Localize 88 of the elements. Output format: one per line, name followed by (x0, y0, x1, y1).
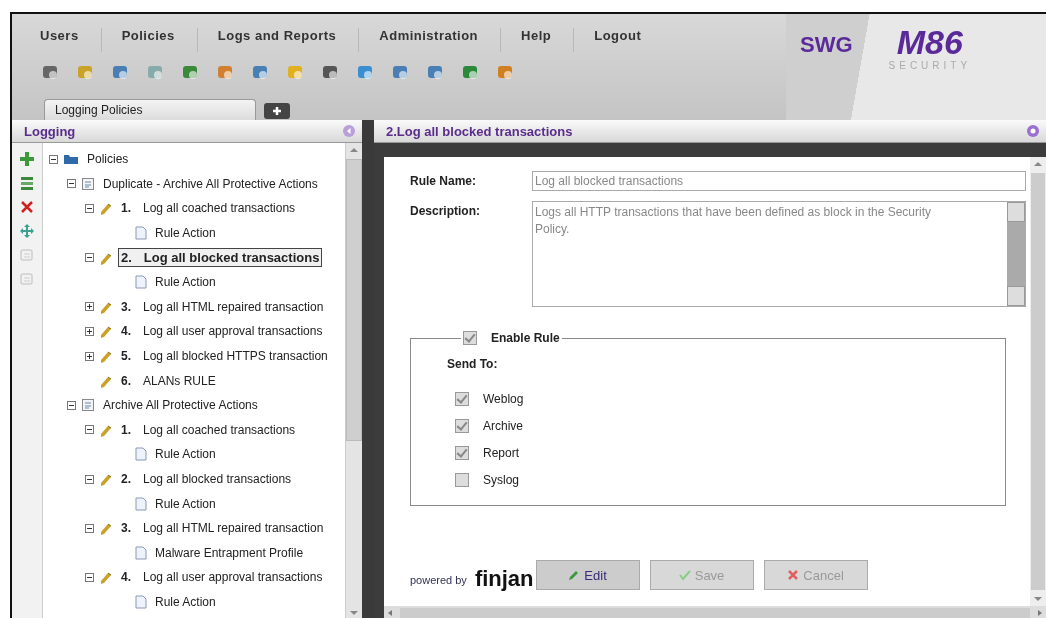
field-label: Description: (410, 203, 481, 220)
close-icon (787, 569, 800, 581)
product-name: SWG (800, 32, 853, 58)
tree-item[interactable]: 6. ALANs RULE (118, 371, 219, 390)
pencil-icon (99, 472, 113, 486)
document-icon (81, 176, 95, 191)
checkbox[interactable] (463, 331, 477, 345)
expand-toggle[interactable] (85, 474, 94, 484)
collapse-icon[interactable] (342, 124, 356, 138)
list-icon[interactable] (19, 175, 35, 191)
tree-item[interactable]: 5. Log all blocked HTTPS transaction (118, 347, 331, 366)
document-icon (81, 398, 95, 413)
section-label: Send To: (447, 357, 499, 371)
tree-item[interactable]: 3. Log all HTML repaired transaction (118, 297, 327, 316)
finjan-logo: finjan (474, 566, 534, 592)
add-icon[interactable] (19, 151, 35, 167)
expand-toggle[interactable] (85, 572, 94, 582)
checkbox[interactable] (455, 391, 469, 406)
edit-button[interactable]: Edit (535, 560, 640, 590)
tree-item[interactable]: 1. Log all coached transactions (118, 199, 299, 218)
checkbox-label: Enable Rule (491, 331, 560, 345)
check-icon (678, 569, 691, 581)
expand-toggle[interactable] (67, 400, 76, 410)
checkbox[interactable] (455, 445, 469, 460)
menu-item[interactable]: Policies (113, 28, 198, 52)
pencil-icon (99, 521, 113, 536)
tree-item[interactable]: 4. Log all user approval transactions (118, 322, 326, 341)
tree-item[interactable]: Rule Action (152, 224, 219, 243)
rule-name-field[interactable]: Log all blocked transactions (532, 171, 1026, 191)
expand-toggle[interactable] (67, 179, 76, 189)
checkbox-label: Report (483, 445, 520, 460)
expand-toggle[interactable] (49, 154, 58, 164)
tree-item[interactable]: Rule Action (152, 494, 219, 513)
move-icon[interactable] (19, 223, 35, 239)
expand-toggle[interactable] (85, 253, 94, 263)
menu-item[interactable]: Administration (371, 28, 502, 52)
expand-toggle[interactable] (85, 302, 94, 312)
page-icon (135, 595, 147, 609)
delete-icon[interactable] (19, 199, 35, 215)
tree-item[interactable]: 1. Log all coached transactions (118, 420, 299, 439)
menu-item[interactable]: Logs and Reports (209, 28, 360, 52)
tree-item[interactable]: Duplicate - Archive All Protective Actions (100, 174, 321, 193)
pencil-icon (99, 349, 113, 364)
field-label: Rule Name: (410, 173, 478, 190)
checkbox-label: Syslog (483, 472, 520, 487)
pencil-icon (99, 201, 113, 216)
description-field[interactable]: Logs all HTTP transactions that have been defined as block in the Security Policy. (532, 201, 1026, 307)
tree-item[interactable]: Policies (84, 150, 132, 169)
checkbox[interactable] (455, 472, 469, 487)
tree-item[interactable]: 3. Log all HTML repaired transaction (118, 519, 327, 538)
pencil-icon (99, 570, 113, 585)
tree-item[interactable]: 2. Log all blocked transactions (118, 248, 323, 268)
pencil-icon (568, 569, 581, 581)
page-icon (135, 496, 147, 511)
checkbox-label: Weblog (483, 391, 524, 406)
help-icon[interactable] (1026, 124, 1040, 138)
checkbox-label: Archive (483, 418, 523, 433)
pencil-icon (99, 324, 113, 339)
panel-title: Logging (24, 123, 76, 139)
page-icon (135, 275, 147, 290)
menu-item[interactable]: Help (513, 28, 575, 52)
menu-item[interactable]: Users (32, 28, 102, 52)
page-icon (135, 545, 147, 560)
expand-toggle[interactable] (85, 425, 94, 435)
scrollbar-thumb[interactable] (1031, 173, 1045, 590)
expand-toggle[interactable] (85, 351, 94, 361)
brand-tagline: SECURITY (888, 60, 972, 71)
menu-item[interactable]: Logout (586, 28, 664, 52)
tree-item[interactable]: 2. Log all blocked transactions (118, 470, 295, 488)
tree-item[interactable]: 4. Log all user approval transactions (118, 568, 326, 587)
add-tab-icon[interactable] (264, 103, 290, 119)
tree-item[interactable]: Rule Action (152, 593, 219, 611)
folder-icon (63, 153, 79, 166)
expand-toggle[interactable] (85, 523, 94, 533)
panel-title: 2.Log all blocked transactions (386, 123, 573, 139)
checkbox[interactable] (455, 418, 469, 433)
scrollbar-thumb[interactable] (346, 159, 362, 441)
expand-toggle[interactable] (85, 204, 94, 213)
brand-logo: M86 (896, 24, 963, 60)
page-icon (135, 447, 147, 462)
expand-toggle[interactable] (85, 326, 94, 336)
tree-item[interactable]: Rule Action (152, 273, 219, 292)
powered-by-text: powered by (410, 574, 467, 586)
tree-item[interactable]: Malware Entrapment Profile (152, 543, 307, 562)
page-icon (135, 226, 147, 241)
tab[interactable]: Logging Policies (44, 99, 256, 120)
tree-item[interactable]: Archive All Protective Actions (100, 396, 261, 415)
tree-item[interactable]: Rule Action (152, 445, 219, 464)
